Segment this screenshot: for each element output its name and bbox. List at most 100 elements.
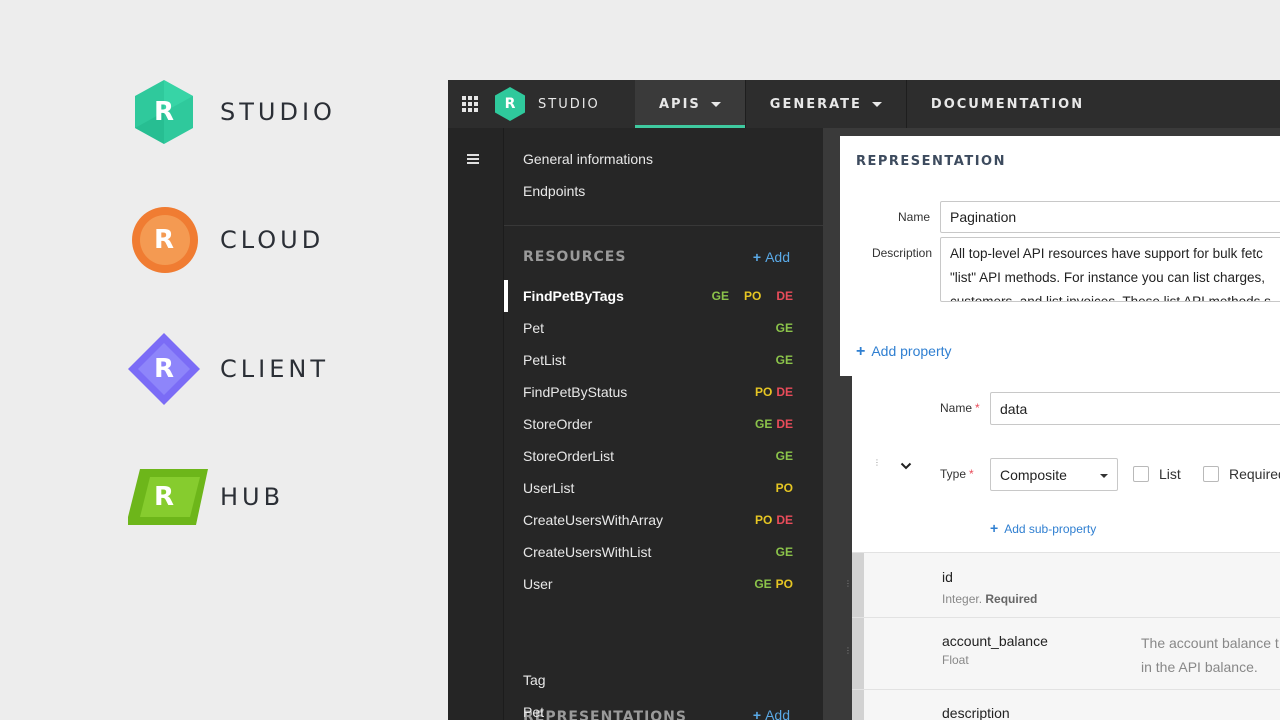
representation-item[interactable]: Tag [523,672,546,688]
drag-handle-icon[interactable]: ⋮ [873,459,881,467]
resource-item[interactable]: FindPetByStatus PO DE [504,376,823,408]
property-name-label: Name * [940,401,980,415]
resource-methods: PO [776,481,793,495]
add-label: Add [765,249,790,265]
plus-icon: + [752,707,762,720]
resource-methods: PO DE [755,513,793,527]
resource-item[interactable]: Pet GE [504,312,823,344]
description-line: All top-level API resources have support… [950,246,1263,261]
caret-down-icon [710,101,721,107]
method-badge-de: DE [776,385,793,399]
list-label: List [1159,466,1181,482]
representations-heading: REPRESENTATIONS [523,709,687,720]
sub-property-row-description[interactable]: description [852,689,1280,720]
method-badge-po: PO [775,481,793,495]
add-representation-button[interactable]: + Add [753,707,790,720]
brand-word: HUB [220,483,285,511]
sub-property-row-account-balance[interactable]: ⋮ account_balance Float The account bala… [844,617,1280,689]
required-checkbox[interactable]: Required [1203,466,1280,482]
method-badge-ge: GE [754,417,773,431]
representation-card: REPRESENTATION Name Pagination Descripti… [840,136,1280,376]
sub-property-name: id [942,569,953,585]
method-badge-po: PO [743,289,762,303]
sub-property-name: description [942,705,1010,720]
description-line: in the API balance. [1141,659,1258,675]
resource-item[interactable]: CreateUsersWithList GE [504,536,823,568]
sub-property-type: Float [942,653,969,667]
brand-client: R CLIENT [128,333,329,405]
resource-name: UserList [523,480,575,496]
required-mark: * [975,401,980,415]
row-indent-bar [852,553,864,617]
property-name-input[interactable]: data [990,392,1280,425]
method-badge-de: DE [776,513,793,527]
chevron-down-icon[interactable] [900,460,912,472]
sub-property-row-id[interactable]: ⋮ id Integer. Required [844,552,1280,617]
method-badge-ge: GE [775,545,793,559]
hub-parallelogram-icon: R [128,461,208,533]
resource-item[interactable]: UserList PO [504,472,823,504]
representation-item[interactable]: Pet [523,704,544,720]
sub-property-name: account_balance [942,633,1048,649]
side-rail [448,128,504,720]
resource-methods: GE [776,449,793,463]
cloud-circle-icon: R [128,204,200,276]
resource-item[interactable]: PetList GE [504,344,823,376]
checkbox-box [1203,466,1219,482]
row-indent-bar [852,690,864,720]
add-sub-property-label: Add sub-property [1004,522,1097,536]
drag-handle-icon[interactable]: ⋮ [844,647,852,655]
drag-handle-icon[interactable]: ⋮ [844,580,852,588]
add-label: Add [765,707,790,720]
method-badge-ge: GE [775,321,793,335]
required-mark: * [969,467,974,481]
resource-methods: PO DE [755,385,793,399]
resource-name: Pet [523,320,545,336]
app-grid-button[interactable] [448,80,492,128]
method-badge-ge: GE [754,577,772,591]
row-indent-bar [852,618,864,689]
label-text: Name [940,401,973,415]
resource-methods: GE DE [755,417,793,431]
description-label: Description [871,246,932,260]
brand-word: CLOUD [220,226,325,254]
property-name-value: data [1000,400,1028,417]
sidebar-link-endpoints[interactable]: Endpoints [523,183,585,199]
resource-methods: GE PO DE [712,289,793,303]
method-badge-de: DE [776,289,793,303]
resource-item[interactable]: FindPetByTags GE PO DE [504,280,823,312]
add-sub-property-button[interactable]: + Add sub-property [990,520,1096,536]
add-property-button[interactable]: + Add property [856,343,952,361]
tab-apis[interactable]: APIS [635,80,746,128]
property-type-select[interactable]: Composite [990,458,1118,491]
studio-logo[interactable]: R STUDIO [492,80,635,128]
caret-down-icon [871,101,882,107]
tab-documentation[interactable]: DOCUMENTATION [907,80,1108,128]
resource-item[interactable]: CreateUsersWithArray PO DE [504,504,823,536]
tab-generate[interactable]: GENERATE [746,80,907,128]
resource-name: FindPetByStatus [523,384,628,400]
tab-label: APIS [659,96,701,112]
client-diamond-icon: R [128,333,200,405]
representation-description-textarea[interactable]: All top-level API resources have support… [940,237,1280,302]
brand-letter: R [153,354,175,384]
representation-name-input[interactable]: Pagination [940,201,1280,233]
resource-item[interactable]: User GE PO [504,568,823,600]
hamburger-menu-icon[interactable] [467,154,479,164]
logo-letter: R [504,96,516,112]
checkbox-box [1133,466,1149,482]
resource-item[interactable]: StoreOrder GE DE [504,408,823,440]
property-editor: ⋮ Name * data Type * Composite List Requir… [852,376,1280,552]
resource-name: CreateUsersWithArray [523,512,664,528]
top-navbar: R STUDIO APIS GENERATE DOCUMENTATION [448,80,1280,128]
app-window: R STUDIO APIS GENERATE DOCUMENTATION Gen… [448,80,1280,720]
name-label: Name [897,210,930,224]
resource-item[interactable]: StoreOrderList GE [504,440,823,472]
caret-down-icon [1100,474,1108,478]
method-badge-po: PO [775,577,793,591]
plus-icon: + [752,249,762,265]
studio-hexagon-icon: R [128,76,200,148]
add-resource-button[interactable]: + Add [753,249,790,265]
list-checkbox[interactable]: List [1133,466,1181,482]
sidebar-link-general-informations[interactable]: General informations [523,151,653,167]
